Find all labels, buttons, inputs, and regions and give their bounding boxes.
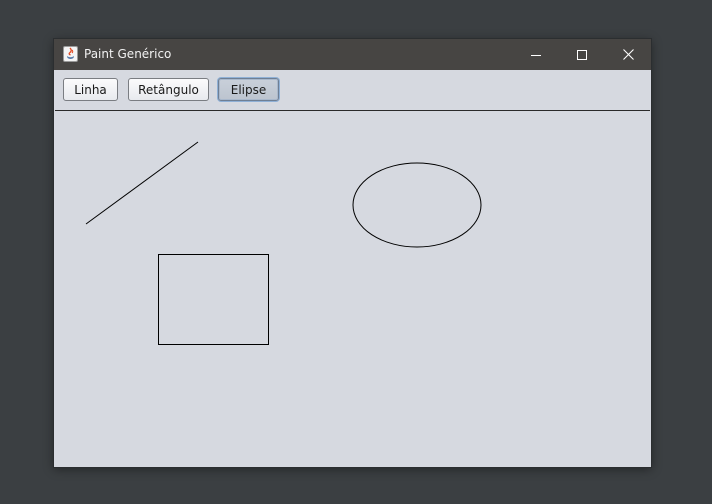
rectangle-tool-button[interactable]: Retângulo [128, 78, 209, 101]
maximize-button[interactable] [559, 39, 605, 70]
app-window: Paint Genérico Linha Retângulo Elipse [54, 39, 651, 467]
drawn-rectangle [158, 254, 269, 345]
close-icon [622, 49, 634, 60]
close-button[interactable] [605, 39, 651, 70]
minimize-icon [531, 54, 541, 56]
canvas-surface [85, 141, 482, 345]
desktop: Paint Genérico Linha Retângulo Elipse [0, 0, 712, 504]
drawn-ellipse [352, 162, 482, 248]
ellipse-tool-button[interactable]: Elipse [218, 78, 279, 101]
maximize-icon [577, 49, 587, 60]
line-tool-button[interactable]: Linha [63, 78, 118, 101]
drawn-line [85, 141, 199, 225]
java-icon [63, 46, 78, 62]
toolbar: Linha Retângulo Elipse [54, 70, 651, 110]
drawing-canvas[interactable] [55, 110, 650, 467]
window-title: Paint Genérico [84, 47, 172, 61]
minimize-button[interactable] [513, 39, 559, 70]
title-bar[interactable]: Paint Genérico [54, 39, 651, 70]
